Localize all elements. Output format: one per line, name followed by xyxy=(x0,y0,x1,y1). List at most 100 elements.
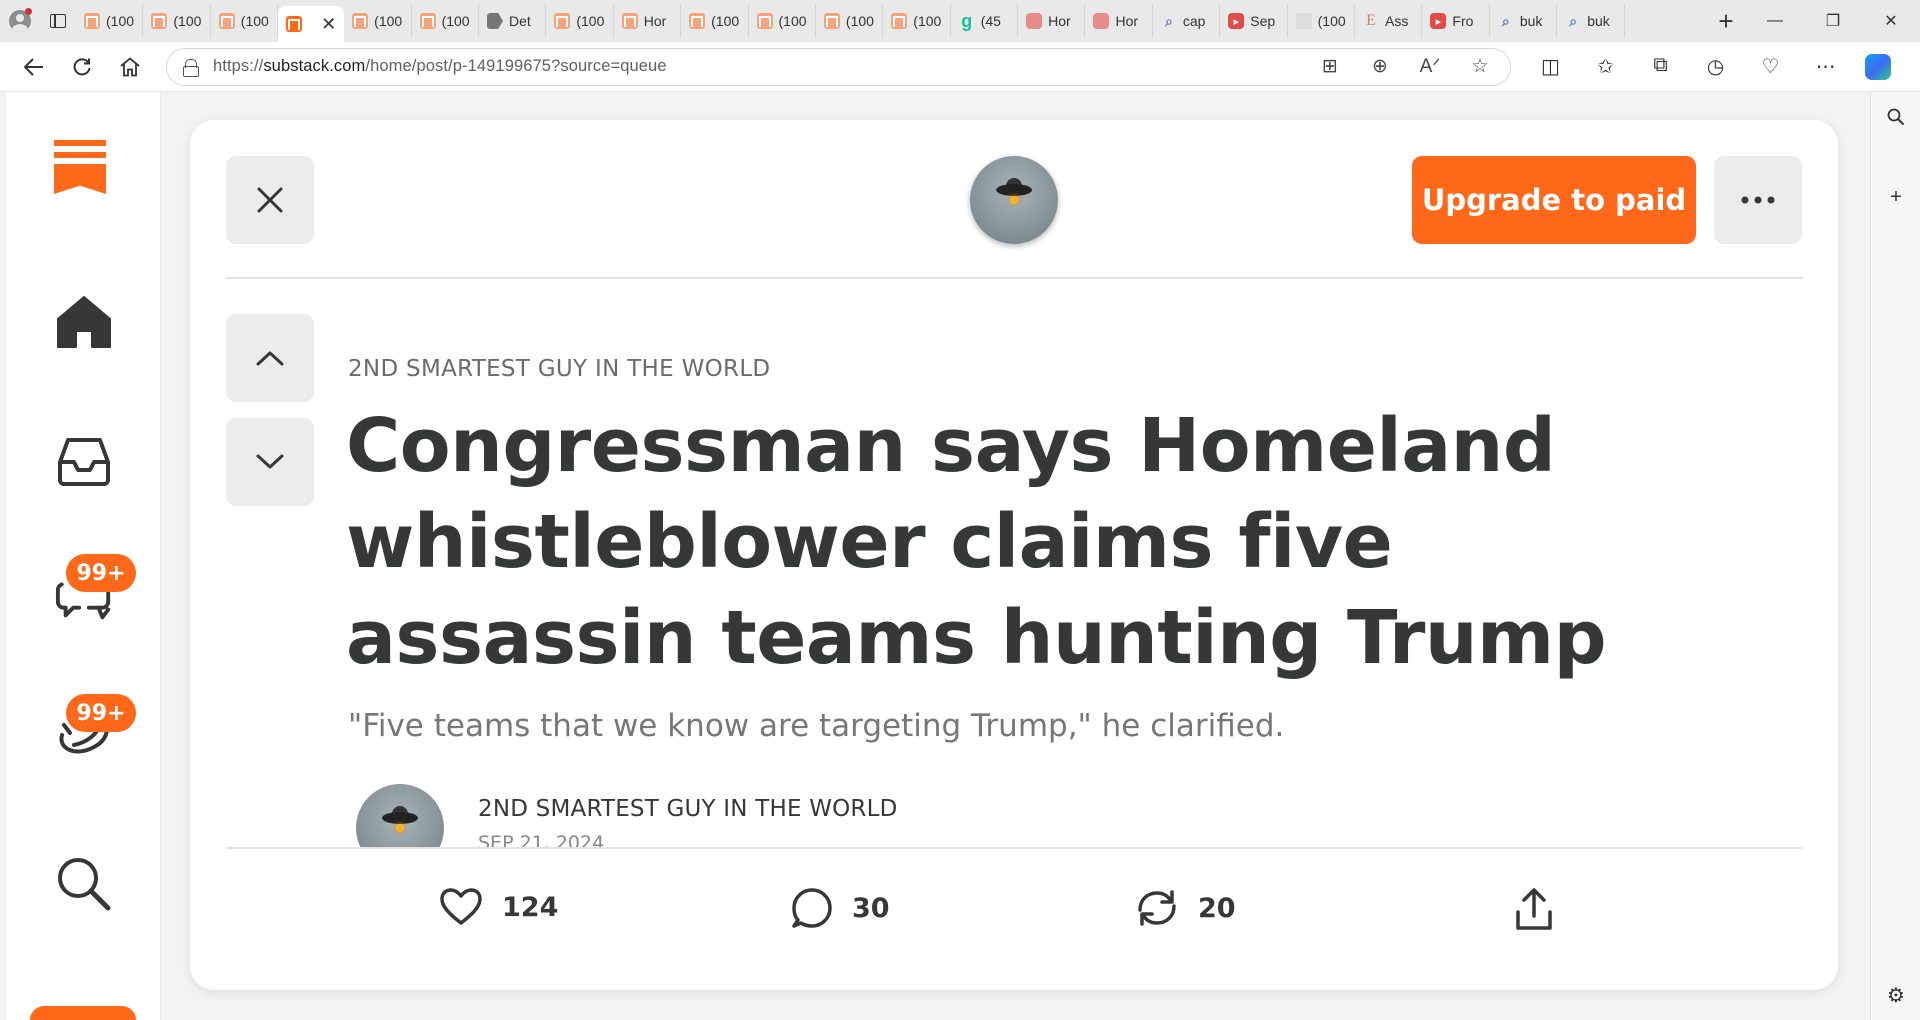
app-available-icon[interactable]: ⊞ xyxy=(1308,55,1352,78)
browser-tab-strip: (100 (100 (100 ✕ (100 (100 Det (100 Hor (100 (100 (… xyxy=(0,0,1920,42)
close-post-button[interactable] xyxy=(226,156,314,244)
action-bar xyxy=(190,848,1838,990)
tab[interactable]: (100 xyxy=(546,4,614,38)
more-menu-icon[interactable]: ⋯ xyxy=(1798,54,1853,79)
inbox-icon[interactable] xyxy=(54,432,114,492)
tab-title: (100 xyxy=(913,13,942,29)
close-icon xyxy=(257,187,283,213)
upgrade-button[interactable]: Upgrade to paid xyxy=(1412,156,1696,244)
tab-actions-button[interactable] xyxy=(40,0,76,42)
tab[interactable]: ⌕ buk xyxy=(1557,4,1625,38)
tab[interactable]: (100 xyxy=(211,4,279,38)
tab[interactable]: ⌕ cap xyxy=(1153,4,1221,38)
tab-list: (100 (100 (100 ✕ (100 (100 Det (100 Hor (100 (100 (… xyxy=(76,0,1706,42)
tab-title: Hor xyxy=(643,13,667,29)
browser-toolbar: https://substack.com/home/post/p-1491996… xyxy=(0,42,1920,92)
tab[interactable]: (100 xyxy=(749,4,816,38)
tab[interactable]: Hor xyxy=(1085,4,1153,38)
restack-button[interactable]: 20 xyxy=(1136,888,1236,928)
tab[interactable]: g (45 xyxy=(951,4,1019,38)
previous-post-button[interactable] xyxy=(226,314,314,402)
chevron-up-icon xyxy=(256,351,284,366)
youtube-icon: ▸ xyxy=(1228,13,1245,29)
tab-title: Sep xyxy=(1250,13,1276,29)
search-icon[interactable] xyxy=(54,854,114,914)
substack-icon xyxy=(621,13,638,29)
new-tab-button[interactable]: + xyxy=(1706,0,1746,42)
chat-badge: 99+ xyxy=(66,554,136,592)
tab-title: (45 xyxy=(980,13,1001,29)
tab-close-icon[interactable]: ✕ xyxy=(321,14,336,35)
tab-title: (100 xyxy=(441,13,470,29)
search-icon: ⌕ xyxy=(1501,12,1510,29)
home-button[interactable] xyxy=(106,47,154,87)
like-count: 124 xyxy=(502,891,559,923)
substack-icon xyxy=(823,13,840,29)
post-subtitle: "Five teams that we know are targeting T… xyxy=(348,708,1285,744)
split-screen-icon[interactable]: ◫ xyxy=(1523,54,1578,79)
tab-title: (100 xyxy=(778,13,807,29)
read-aloud-icon[interactable]: Aᐟ xyxy=(1408,55,1452,78)
tab[interactable]: (100 xyxy=(681,4,749,38)
tab[interactable]: (100 xyxy=(1288,4,1356,38)
profile-menu-edge[interactable] xyxy=(30,1006,136,1020)
back-button[interactable] xyxy=(10,47,58,87)
post-title: Congressman says Homeland whistleblower … xyxy=(346,403,1607,681)
tab-title: buk xyxy=(1587,13,1610,29)
arrow-icon xyxy=(486,13,503,29)
footer-divider xyxy=(226,847,1803,849)
close-window-button[interactable]: ✕ xyxy=(1862,0,1920,42)
sidebar-search-icon[interactable] xyxy=(1871,92,1920,142)
publication-name[interactable]: 2ND SMARTEST GUY IN THE WORLD xyxy=(348,356,770,382)
substack-icon xyxy=(218,13,235,29)
tab-active[interactable]: ✕ xyxy=(278,6,345,42)
history-icon[interactable]: ◷ xyxy=(1688,54,1743,79)
author-name[interactable]: 2ND SMARTEST GUY IN THE WORLD xyxy=(478,796,898,822)
publication-avatar[interactable] xyxy=(970,156,1058,244)
substack-icon xyxy=(554,13,571,29)
home-icon[interactable] xyxy=(54,292,114,352)
home-outline-icon xyxy=(120,56,140,76)
substack-logo[interactable] xyxy=(54,140,106,200)
tab-title: (100 xyxy=(576,13,605,29)
more-options-button[interactable] xyxy=(1714,156,1802,244)
minimize-button[interactable]: — xyxy=(1746,0,1804,42)
favorites-icon[interactable]: ✩ xyxy=(1578,54,1633,79)
like-button[interactable]: 124 xyxy=(440,888,558,926)
collections-icon[interactable]: ⧉ xyxy=(1633,54,1688,79)
next-post-button[interactable] xyxy=(226,418,314,506)
tab[interactable]: (100 xyxy=(412,4,479,38)
browser-essentials-icon[interactable]: ♡ xyxy=(1743,54,1798,79)
sidebar-add-icon[interactable]: + xyxy=(1871,172,1920,222)
grammarly-icon: g xyxy=(961,10,973,31)
tab[interactable]: (100 xyxy=(344,4,412,38)
tab-title: Fro xyxy=(1452,13,1474,29)
substack-icon xyxy=(891,13,908,29)
sidebar-settings-icon[interactable]: ⚙ xyxy=(1871,970,1920,1020)
favorite-star-icon[interactable]: ☆ xyxy=(1458,55,1502,78)
tab[interactable]: Hor xyxy=(614,4,682,38)
url-text[interactable]: https://substack.com/home/post/p-1491996… xyxy=(213,57,667,76)
blank-icon xyxy=(1295,13,1312,29)
restore-button[interactable]: ❐ xyxy=(1804,0,1862,42)
tab[interactable]: ▸ Sep xyxy=(1220,4,1288,38)
profile-button[interactable] xyxy=(0,0,40,42)
restack-icon xyxy=(1138,890,1176,926)
tab[interactable]: ▸ Fro xyxy=(1422,4,1490,38)
zoom-icon[interactable]: ⊕ xyxy=(1358,55,1402,78)
tab[interactable]: (100 xyxy=(883,4,951,38)
refresh-button[interactable] xyxy=(58,47,106,87)
copilot-icon[interactable] xyxy=(1865,53,1891,80)
comment-button[interactable]: 30 xyxy=(792,888,890,928)
share-button[interactable] xyxy=(1516,888,1552,930)
activity-badge: 99+ xyxy=(66,694,136,732)
tab[interactable]: Hor xyxy=(1018,4,1086,38)
tab[interactable]: (100 xyxy=(816,4,884,38)
person-icon xyxy=(1026,13,1043,29)
tab[interactable]: (100 xyxy=(143,4,211,38)
tab[interactable]: ⌕ buk xyxy=(1490,4,1558,38)
tab[interactable]: Det xyxy=(479,4,547,38)
tab[interactable]: E Ass xyxy=(1355,4,1423,38)
tab[interactable]: (100 xyxy=(76,4,144,38)
address-bar[interactable]: https://substack.com/home/post/p-1491996… xyxy=(166,47,1511,86)
